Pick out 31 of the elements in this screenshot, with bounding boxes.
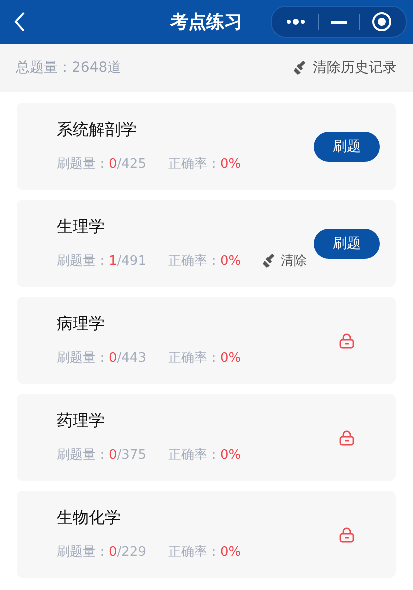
question-count: 刷题量：0/229: [57, 544, 146, 561]
page-title: 考点练习: [170, 12, 242, 33]
lock-icon: [339, 332, 355, 348]
question-count: 刷题量：0/375: [57, 447, 146, 464]
back-button[interactable]: [14, 12, 26, 32]
total-count: 总题量：2648道: [16, 59, 122, 77]
clear-button[interactable]: 清除: [263, 252, 308, 270]
practice-button[interactable]: 刷题: [314, 228, 380, 258]
broom-icon: [263, 254, 278, 268]
question-count: 刷题量：0/443: [57, 350, 146, 367]
lock-icon: [339, 430, 355, 446]
target-icon: [372, 12, 392, 32]
subject-name: 生物化学: [57, 508, 122, 529]
subject-name: 药理学: [57, 411, 106, 432]
question-count: 刷题量：1/491: [57, 253, 146, 270]
broom-icon: [294, 61, 308, 75]
accuracy-rate: 正确率：0%: [168, 447, 242, 464]
subject-name: 系统解剖学: [57, 120, 138, 141]
subject-name: 病理学: [57, 314, 106, 335]
practice-button[interactable]: 刷题: [314, 132, 380, 162]
subject-name: 生理学: [57, 217, 106, 238]
accuracy-rate: 正确率：0%: [168, 350, 242, 367]
question-count: 刷题量：0/425: [57, 156, 146, 173]
clear-history-button[interactable]: 清除历史记录: [294, 59, 397, 77]
lock-icon: [339, 526, 355, 542]
back-icon: [14, 12, 26, 32]
more-icon: [286, 19, 306, 25]
accuracy-rate: 正确率：0%: [168, 253, 242, 270]
accuracy-rate: 正确率：0%: [168, 544, 242, 561]
accuracy-rate: 正确率：0%: [168, 156, 242, 173]
minimize-icon: [331, 20, 347, 24]
